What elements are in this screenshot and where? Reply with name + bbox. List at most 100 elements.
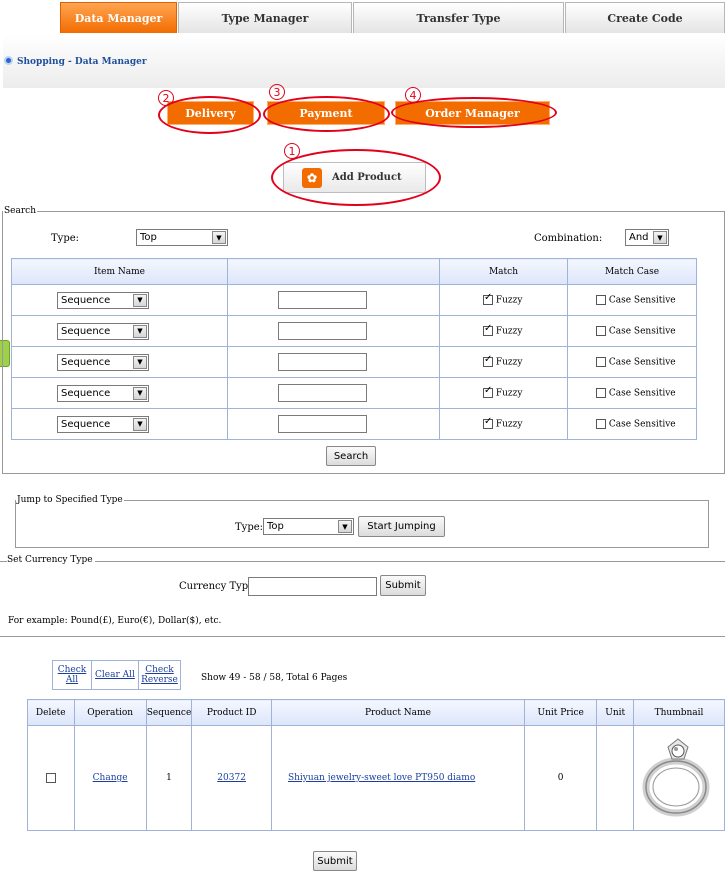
fuzzy-checkbox[interactable] <box>483 292 493 305</box>
chevron-down-icon: ▼ <box>133 355 147 369</box>
currency-legend: Set Currency Type <box>7 555 95 565</box>
annotation-ring <box>263 96 390 132</box>
currency-submit-button[interactable]: Submit <box>380 575 426 596</box>
search-value-input[interactable] <box>278 384 367 402</box>
search-value-input[interactable] <box>278 353 367 371</box>
col-match: Match <box>439 258 568 285</box>
fuzzy-label: Fuzzy <box>495 326 523 337</box>
col-delete: Delete <box>27 699 75 726</box>
fuzzy-checkbox[interactable] <box>483 323 493 336</box>
chevron-down-icon: ▼ <box>338 520 352 533</box>
currency-label: Currency Type: <box>179 581 258 592</box>
list-submit-button[interactable]: Submit <box>313 851 357 871</box>
start-jumping-button[interactable]: Start Jumping <box>358 516 445 537</box>
search-row: Sequence▼ Fuzzy Case Sensitive <box>11 284 697 316</box>
case-label: Case Sensitive <box>608 419 676 430</box>
divider <box>0 636 725 637</box>
tab-type-manager[interactable]: Type Manager <box>178 2 352 33</box>
chevron-down-icon: ▼ <box>133 324 147 338</box>
item-select[interactable]: Sequence ▼ <box>57 353 149 371</box>
col-sequence: Sequence <box>145 699 193 726</box>
marker-2: 2 <box>158 90 174 106</box>
col-value <box>227 258 440 285</box>
search-value-input[interactable] <box>278 291 367 309</box>
product-name-link[interactable]: Shiyuan jewelry-sweet love PT950 diamo <box>288 773 475 783</box>
marker-1: 1 <box>284 143 300 159</box>
case-checkbox[interactable] <box>596 294 606 305</box>
sequence-cell: 1 <box>145 725 193 831</box>
item-select[interactable]: Sequence ▼ <box>57 291 149 309</box>
check-toolbar: Check All Clear All Check Reverse <box>52 660 181 690</box>
currency-input[interactable] <box>248 577 377 596</box>
unit-price-cell: 0 <box>523 725 598 831</box>
clear-all-link[interactable]: Clear All <box>92 661 139 689</box>
item-select[interactable]: Sequence ▼ <box>57 415 149 433</box>
product-table: Delete Operation Sequence Product ID Pro… <box>27 699 725 831</box>
jump-legend: Jump to Specified Type <box>17 495 123 505</box>
jump-type-select[interactable]: Top ▼ <box>263 518 354 535</box>
fuzzy-checkbox[interactable] <box>483 385 493 398</box>
case-checkbox[interactable] <box>596 387 606 398</box>
combination-select[interactable]: And ▼ <box>625 229 669 246</box>
tab-data-manager[interactable]: Data Manager <box>60 2 177 33</box>
chevron-down-icon: ▼ <box>653 231 667 244</box>
chevron-down-icon: ▼ <box>133 417 147 431</box>
col-thumbnail: Thumbnail <box>633 699 725 726</box>
tab-create-code[interactable]: Create Code <box>565 2 725 33</box>
case-checkbox[interactable] <box>596 356 606 367</box>
search-row: Sequence▼ Fuzzy Case Sensitive <box>11 377 697 409</box>
currency-example: For example: Pound(£), Euro(€), Dollar($… <box>8 616 222 626</box>
item-select[interactable]: Sequence ▼ <box>57 322 149 340</box>
jump-type-label: Type: <box>235 522 264 533</box>
breadcrumb[interactable]: Shopping - Data Manager <box>17 57 147 67</box>
chevron-down-icon: ▼ <box>133 386 147 400</box>
search-value-input[interactable] <box>278 415 367 433</box>
search-button[interactable]: Search <box>326 446 376 466</box>
search-row: Sequence▼ Fuzzy Case Sensitive <box>11 346 697 378</box>
search-legend: Search <box>4 206 36 216</box>
type-select[interactable]: Top ▼ <box>136 229 228 246</box>
col-product-name: Product Name <box>270 699 525 726</box>
fuzzy-label: Fuzzy <box>495 388 523 399</box>
col-item-name: Item Name <box>11 258 228 285</box>
case-label: Case Sensitive <box>608 388 676 399</box>
ring-thumbnail[interactable] <box>634 729 724 825</box>
col-product-id: Product ID <box>191 699 272 726</box>
search-value-input[interactable] <box>278 322 367 340</box>
check-all-link[interactable]: Check All <box>53 661 92 689</box>
unit-cell <box>596 725 634 831</box>
tab-transfer-type[interactable]: Transfer Type <box>353 2 564 33</box>
tab-bar: Data Manager Type Manager Transfer Type … <box>0 0 725 35</box>
case-label: Case Sensitive <box>608 357 676 368</box>
chevron-down-icon: ▼ <box>212 231 226 244</box>
col-unit: Unit <box>596 699 634 726</box>
change-link[interactable]: Change <box>93 773 128 783</box>
product-id-link[interactable]: 20372 <box>217 773 246 783</box>
fuzzy-label: Fuzzy <box>495 419 523 430</box>
combination-label: Combination: <box>534 233 603 244</box>
item-select[interactable]: Sequence ▼ <box>57 384 149 402</box>
case-label: Case Sensitive <box>608 295 676 306</box>
table-row: Change 1 20372 Shiyuan jewelry-sweet lov… <box>27 725 725 831</box>
case-checkbox[interactable] <box>596 418 606 429</box>
search-row: Sequence▼ Fuzzy Case Sensitive <box>11 315 697 347</box>
fuzzy-label: Fuzzy <box>495 295 523 306</box>
annotation-ring <box>158 96 261 134</box>
case-label: Case Sensitive <box>608 326 676 337</box>
col-match-case: Match Case <box>567 258 697 285</box>
search-table: Item Name Match Match Case Sequence▼ Fuz… <box>11 258 697 440</box>
type-label: Type: <box>51 233 80 244</box>
case-checkbox[interactable] <box>596 325 606 336</box>
paging-info: Show 49 - 58 / 58, Total 6 Pages <box>201 673 348 683</box>
bullet-icon <box>4 56 13 65</box>
chevron-down-icon: ▼ <box>133 293 147 307</box>
divider <box>0 561 725 562</box>
marker-3: 3 <box>269 84 285 100</box>
marker-4: 4 <box>405 87 421 103</box>
check-reverse-link[interactable]: Check Reverse <box>139 661 180 689</box>
fuzzy-checkbox[interactable] <box>483 354 493 367</box>
search-row: Sequence▼ Fuzzy Case Sensitive <box>11 408 697 440</box>
delete-checkbox[interactable] <box>45 772 56 783</box>
fuzzy-checkbox[interactable] <box>483 416 493 429</box>
thumbnail-cell <box>633 725 725 831</box>
